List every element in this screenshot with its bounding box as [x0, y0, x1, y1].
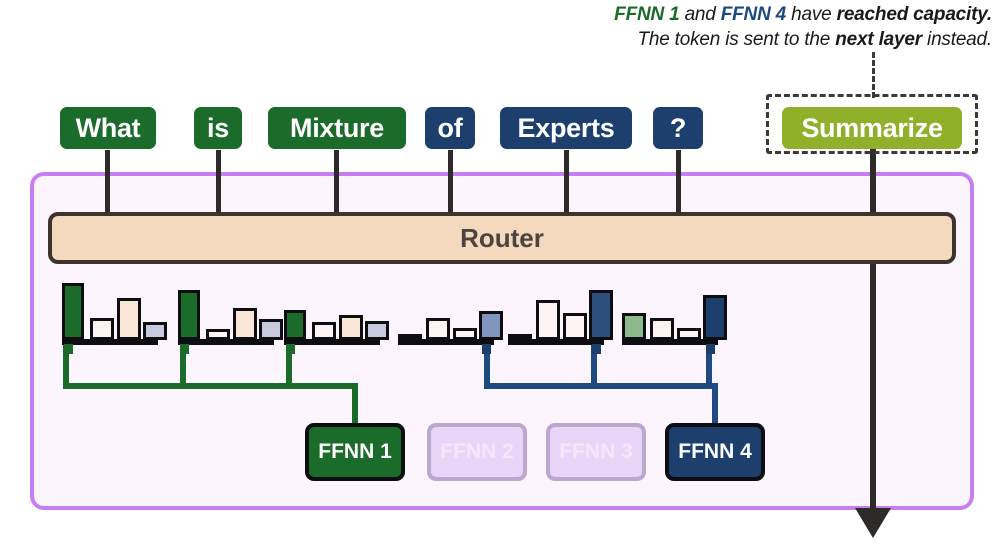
- wire-green-bus: [63, 383, 358, 389]
- selected-expert-nub-mixture: [286, 344, 295, 354]
- token-question[interactable]: ?: [653, 107, 703, 149]
- bar-group-is: [178, 283, 283, 354]
- annotation-conjunction: and: [679, 4, 721, 25]
- moe-diagram: FFNN 1 and FFNN 4 have reached capacity.…: [0, 0, 1004, 544]
- bar-group-what: [62, 283, 167, 354]
- annotation-ffnn1-ref: FFNN 1: [614, 4, 680, 25]
- bar-what-ffnn1: [62, 283, 84, 340]
- token-stem-experts: [564, 150, 569, 214]
- annotation-line2-lead: The token is sent to the: [637, 29, 836, 50]
- expert-ffnn-3-label: FFNN 3: [559, 440, 633, 463]
- token-mixture[interactable]: Mixture: [268, 107, 406, 149]
- bar-what-ffnn2: [90, 318, 114, 340]
- token-stem-what: [105, 150, 110, 214]
- callout-dashed-connector: [872, 52, 875, 98]
- annotation-capacity-phrase: reached capacity.: [836, 4, 993, 25]
- expert-ffnn-1-label: FFNN 1: [318, 440, 392, 463]
- expert-ffnn-4-label: FFNN 4: [678, 440, 752, 463]
- annotation-line-1: FFNN 1 and FFNN 4 have reached capacity.: [0, 2, 992, 27]
- bar-what-ffnn4: [143, 322, 167, 340]
- bar-experts-ffnn3: [563, 313, 587, 340]
- token-experts[interactable]: Experts: [500, 107, 632, 149]
- bar-baseline-is: [178, 339, 274, 345]
- token-what[interactable]: What: [60, 107, 156, 149]
- annotation-next-layer-phrase: next layer: [835, 29, 922, 50]
- bar-baseline-what: [62, 339, 158, 345]
- bar-mixture-ffnn1: [284, 310, 306, 340]
- bar-question-ffnn1: [622, 313, 646, 340]
- bar-experts-ffnn2: [536, 300, 560, 340]
- selected-expert-nub-of: [482, 344, 491, 354]
- token-stem-is: [216, 150, 221, 214]
- bar-baseline-experts: [508, 339, 604, 345]
- selected-expert-nub-question: [706, 344, 715, 354]
- bar-of-ffnn2: [426, 318, 450, 340]
- expert-ffnn-4[interactable]: FFNN 4: [665, 423, 765, 481]
- overflow-arrow-shaft: [870, 148, 876, 516]
- bar-is-ffnn1: [178, 290, 200, 340]
- bar-what-ffnn3: [117, 298, 141, 340]
- selected-expert-nub-is: [180, 344, 189, 354]
- selected-expert-nub-experts: [592, 344, 601, 354]
- bar-mixture-ffnn2: [312, 322, 336, 340]
- bar-mixture-ffnn4: [365, 321, 389, 340]
- token-stem-question: [676, 150, 681, 214]
- bar-baseline-mixture: [284, 339, 380, 345]
- expert-ffnn-2-label: FFNN 2: [440, 440, 514, 463]
- router-label: Router: [460, 222, 544, 253]
- token-stem-mixture: [334, 150, 339, 214]
- annotation-line-2: The token is sent to the next layer inst…: [0, 27, 992, 52]
- bar-baseline-of: [398, 339, 494, 345]
- bar-is-ffnn4: [259, 319, 283, 340]
- token-stem-of: [448, 150, 453, 214]
- bar-experts-ffnn4: [589, 290, 613, 340]
- bar-group-experts: [508, 283, 613, 354]
- bar-group-mixture: [284, 283, 389, 354]
- bar-of-ffnn4: [479, 311, 503, 340]
- annotation-verb: have: [786, 4, 837, 25]
- token-is[interactable]: is: [194, 107, 242, 149]
- expert-ffnn-3[interactable]: FFNN 3: [546, 423, 646, 481]
- expert-ffnn-1[interactable]: FFNN 1: [305, 423, 405, 481]
- annotation-line2-tail: instead.: [921, 29, 992, 50]
- token-of[interactable]: of: [425, 107, 475, 149]
- router-bar[interactable]: Router: [48, 212, 956, 264]
- bar-question-ffnn2: [650, 318, 674, 340]
- overflow-arrow-head: [855, 508, 891, 538]
- selected-expert-nub-what: [64, 344, 73, 354]
- bar-group-of: [398, 283, 503, 354]
- expert-ffnn-2[interactable]: FFNN 2: [427, 423, 527, 481]
- token-summarize[interactable]: Summarize: [782, 107, 962, 149]
- annotation-ffnn4-ref: FFNN 4: [720, 4, 787, 25]
- bar-question-ffnn4: [703, 295, 727, 340]
- bar-mixture-ffnn3: [339, 315, 363, 340]
- bar-group-question: [622, 283, 727, 354]
- bar-is-ffnn3: [233, 308, 257, 340]
- wire-blue-bus: [484, 383, 718, 389]
- bar-baseline-question: [622, 339, 718, 345]
- capacity-annotation: FFNN 1 and FFNN 4 have reached capacity.…: [0, 2, 1000, 52]
